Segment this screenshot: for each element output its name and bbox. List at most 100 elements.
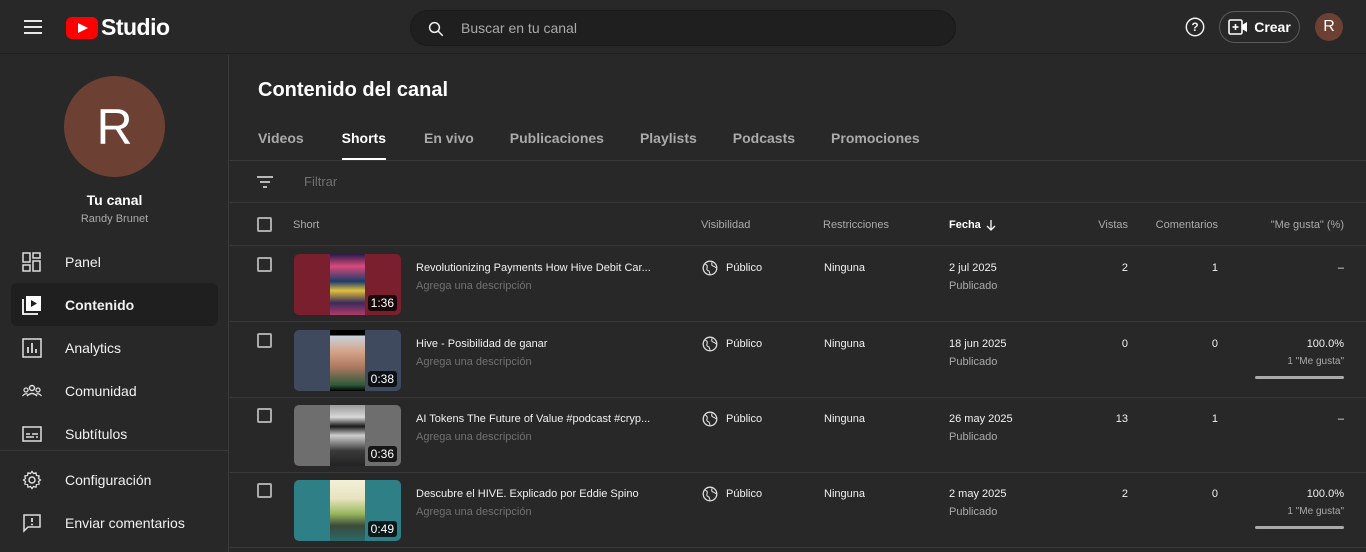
- column-comments: Comentarios: [1155, 219, 1218, 231]
- thumbnail-image: [330, 330, 365, 391]
- table-row[interactable]: 0:38 Hive - Posibilidad de ganar Agrega …: [230, 323, 1366, 398]
- tab-publicaciones[interactable]: Publicaciones: [510, 130, 604, 160]
- table-row[interactable]: 0:36 AI Tokens The Future of Value #podc…: [230, 398, 1366, 473]
- thumbnail-image: [330, 254, 365, 315]
- likes-value: 100.0%: [1306, 488, 1344, 500]
- dashboard-icon: [21, 251, 43, 273]
- tab-en-vivo[interactable]: En vivo: [424, 130, 474, 160]
- content-tabs: Videos Shorts En vivo Publicaciones Play…: [258, 130, 920, 160]
- search-bar[interactable]: [410, 10, 956, 46]
- search-icon[interactable]: [427, 20, 445, 38]
- visibility-label: Público: [726, 338, 763, 350]
- tab-playlists[interactable]: Playlists: [640, 130, 697, 160]
- select-all-checkbox[interactable]: [257, 217, 272, 232]
- video-thumbnail[interactable]: 0:36: [294, 405, 401, 466]
- video-duration: 1:36: [367, 295, 397, 311]
- column-date[interactable]: Fecha: [949, 219, 996, 231]
- date-value: 26 may 2025: [949, 413, 1013, 425]
- sidebar-item-configuracion[interactable]: Configuración: [11, 458, 218, 501]
- content-icon: [21, 294, 43, 316]
- likes-value: –: [1337, 262, 1344, 274]
- youtube-studio-logo[interactable]: Studio: [66, 14, 170, 41]
- globe-icon: [702, 411, 718, 427]
- visibility-cell[interactable]: Público: [702, 486, 762, 502]
- video-thumbnail[interactable]: 1:36: [294, 254, 401, 315]
- column-date-label: Fecha: [949, 219, 981, 231]
- table-row[interactable]: 1:36 Revolutionizing Payments How Hive D…: [230, 247, 1366, 322]
- visibility-cell[interactable]: Público: [702, 260, 762, 276]
- tab-videos[interactable]: Videos: [258, 130, 304, 160]
- views-value: 0: [1121, 338, 1128, 350]
- tab-shorts[interactable]: Shorts: [341, 130, 387, 160]
- tab-promociones[interactable]: Promociones: [831, 130, 920, 160]
- create-video-icon: [1228, 19, 1248, 35]
- comments-value: 0: [1211, 338, 1218, 350]
- globe-icon: [702, 336, 718, 352]
- sidebar-item-subtitulos[interactable]: Subtítulos: [11, 412, 218, 455]
- visibility-cell[interactable]: Público: [702, 411, 762, 427]
- likes-count: 1 "Me gusta": [1287, 506, 1344, 517]
- comments-value: 0: [1211, 488, 1218, 500]
- account-avatar[interactable]: R: [1315, 13, 1343, 41]
- row-checkbox[interactable]: [257, 257, 272, 272]
- help-icon[interactable]: ?: [1184, 16, 1206, 38]
- filter-bar[interactable]: Filtrar: [230, 161, 1366, 203]
- video-description[interactable]: Agrega una descripción: [416, 431, 532, 443]
- filter-icon[interactable]: [256, 174, 274, 190]
- sidebar-item-contenido[interactable]: Contenido: [11, 283, 218, 326]
- sidebar-item-label: Contenido: [65, 296, 135, 313]
- sidebar-item-analytics[interactable]: Analytics: [11, 326, 218, 369]
- visibility-cell[interactable]: Público: [702, 336, 762, 352]
- restrictions-value: Ninguna: [824, 413, 865, 425]
- top-bar: Studio ? Crear R: [0, 0, 1366, 54]
- views-value: 2: [1121, 262, 1128, 274]
- date-value: 2 jul 2025: [949, 262, 997, 274]
- sidebar-item-label: Enviar comentarios: [65, 514, 185, 531]
- video-thumbnail[interactable]: 0:38: [294, 330, 401, 391]
- search-input[interactable]: [461, 11, 931, 45]
- sidebar-item-enviar-comentarios[interactable]: Enviar comentarios: [11, 501, 218, 544]
- hamburger-menu-icon[interactable]: [20, 15, 46, 39]
- date-value: 18 jun 2025: [949, 338, 1007, 350]
- date-status: Publicado: [949, 280, 998, 292]
- video-description[interactable]: Agrega una descripción: [416, 506, 532, 518]
- video-title[interactable]: Descubre el HIVE. Explicado por Eddie Sp…: [416, 488, 666, 500]
- row-checkbox[interactable]: [257, 333, 272, 348]
- video-title[interactable]: AI Tokens The Future of Value #podcast #…: [416, 413, 666, 425]
- views-value: 2: [1121, 488, 1128, 500]
- logo-text: Studio: [101, 14, 170, 40]
- comments-value: 1: [1211, 413, 1218, 425]
- analytics-icon: [21, 337, 43, 359]
- likes-ratio-bar: [1255, 526, 1344, 529]
- sidebar-item-comunidad[interactable]: Comunidad: [11, 369, 218, 412]
- create-label: Crear: [1254, 19, 1291, 35]
- column-visibility: Visibilidad: [701, 219, 751, 231]
- row-checkbox[interactable]: [257, 408, 272, 423]
- video-title[interactable]: Revolutionizing Payments How Hive Debit …: [416, 262, 666, 274]
- channel-avatar[interactable]: R: [64, 76, 165, 177]
- video-description[interactable]: Agrega una descripción: [416, 356, 532, 368]
- sidebar-item-label: Panel: [65, 253, 101, 270]
- page-title: Contenido del canal: [258, 79, 449, 101]
- table-row[interactable]: 0:49 Descubre el HIVE. Explicado por Edd…: [230, 473, 1366, 548]
- views-value: 13: [1115, 413, 1128, 425]
- create-button[interactable]: Crear: [1219, 11, 1300, 43]
- video-title[interactable]: Hive - Posibilidad de ganar: [416, 338, 666, 350]
- column-short: Short: [293, 219, 320, 231]
- tab-podcasts[interactable]: Podcasts: [733, 130, 795, 160]
- sidebar-item-label: Analytics: [65, 339, 122, 356]
- video-duration: 0:49: [367, 521, 397, 537]
- date-status: Publicado: [949, 506, 998, 518]
- video-thumbnail[interactable]: 0:49: [294, 480, 401, 541]
- video-description[interactable]: Agrega una descripción: [416, 280, 532, 292]
- filter-input[interactable]: Filtrar: [304, 174, 337, 189]
- video-duration: 0:38: [367, 371, 397, 387]
- sidebar-item-panel[interactable]: Panel: [11, 240, 218, 283]
- sidebar-item-label: Comunidad: [65, 382, 137, 399]
- community-icon: [21, 380, 43, 402]
- subtitles-icon: [21, 423, 43, 445]
- restrictions-value: Ninguna: [824, 488, 865, 500]
- row-checkbox[interactable]: [257, 483, 272, 498]
- feedback-icon: [21, 512, 43, 534]
- visibility-label: Público: [726, 262, 763, 274]
